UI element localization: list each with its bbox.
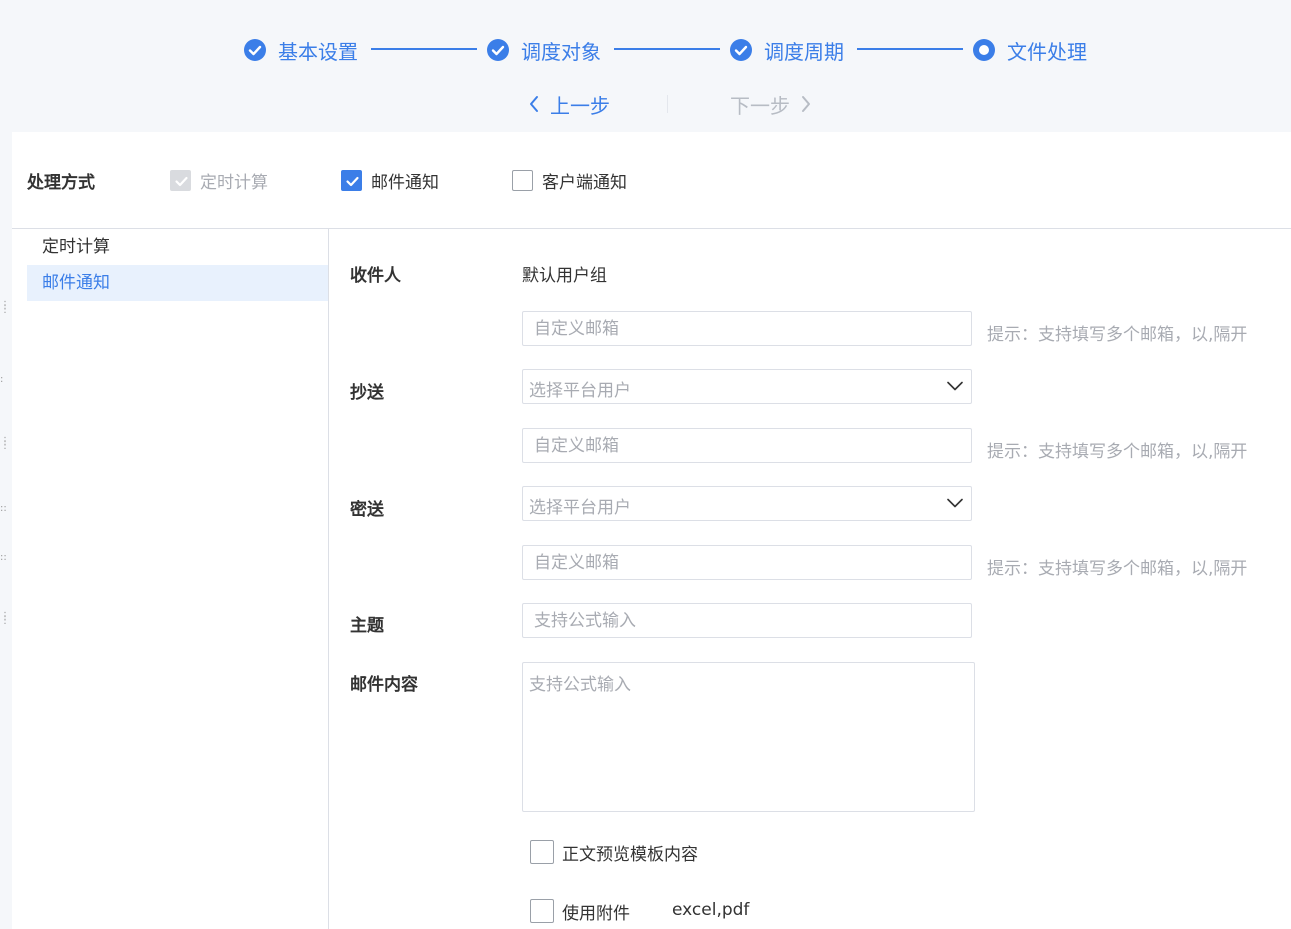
bcc-label: 密送 xyxy=(350,500,384,520)
preview-template-option[interactable]: 正文预览模板内容 xyxy=(530,840,698,865)
step-connector xyxy=(857,48,963,50)
use-attachment-label: 使用附件 xyxy=(562,903,630,924)
processing-method-label: 处理方式 xyxy=(27,173,95,193)
step-connector xyxy=(371,48,477,50)
email-content-textarea[interactable] xyxy=(522,662,975,812)
option-label: 邮件通知 xyxy=(371,172,439,193)
option-scheduled-calc: 定时计算 xyxy=(170,168,268,193)
cc-email-hint: 提示：支持填写多个邮箱，以,隔开 xyxy=(987,442,1248,462)
bcc-email-input[interactable] xyxy=(522,545,972,580)
radio-dot-icon xyxy=(973,39,995,61)
step-label: 文件处理 xyxy=(1007,39,1087,64)
select-placeholder: 选择平台用户 xyxy=(529,381,631,401)
step-label: 调度周期 xyxy=(764,39,844,64)
chevron-left-icon xyxy=(530,96,538,112)
bcc-email-hint: 提示：支持填写多个邮箱，以,隔开 xyxy=(987,559,1248,579)
drag-handle-icon[interactable]: :: xyxy=(0,553,8,563)
drag-handle-icon[interactable]: ⋮ ⋮ xyxy=(0,301,10,315)
checkbox-checked-disabled xyxy=(170,169,191,191)
bcc-user-select[interactable]: 选择平台用户 xyxy=(522,486,972,521)
step-connector xyxy=(614,48,720,50)
stepper: 基本设置 调度对象 调度周期 文件处理 上一步 下一步 xyxy=(0,0,1291,132)
chevron-down-icon xyxy=(947,498,963,508)
next-step-label: 下一步 xyxy=(730,93,790,118)
cc-label: 抄送 xyxy=(350,383,384,403)
check-circle-icon xyxy=(487,39,509,61)
use-attachment-option[interactable]: 使用附件 xyxy=(530,899,630,924)
step-schedule-cycle[interactable]: 调度周期 xyxy=(730,36,844,64)
option-label: 定时计算 xyxy=(200,172,268,193)
select-placeholder: 选择平台用户 xyxy=(529,498,631,518)
option-client-notify[interactable]: 客户端通知 xyxy=(512,168,627,193)
drag-handle-icon[interactable]: : xyxy=(0,375,8,385)
drag-handle-icon[interactable]: ⋮ ⋮ xyxy=(0,612,10,626)
nav-divider xyxy=(667,95,668,113)
recipient-email-input[interactable] xyxy=(522,311,972,346)
email-content-label: 邮件内容 xyxy=(350,675,418,695)
sidebar: 定时计算 邮件通知 xyxy=(27,229,329,929)
checkbox-checked[interactable] xyxy=(341,169,362,191)
chevron-right-icon xyxy=(802,96,810,112)
recipient-default-group: 默认用户组 xyxy=(522,266,607,286)
prev-step-label: 上一步 xyxy=(550,93,610,118)
recipient-email-hint: 提示：支持填写多个邮箱，以,隔开 xyxy=(987,325,1248,345)
sidebar-item-email-notify[interactable]: 邮件通知 xyxy=(27,265,328,301)
processing-method-row: 处理方式 定时计算 邮件通知 客户端通知 xyxy=(12,132,1291,229)
next-step-button[interactable]: 下一步 xyxy=(720,90,812,118)
file-processing-panel: 处理方式 定时计算 邮件通知 客户端通知 定时计算 邮件通知 收件人 默认用户组… xyxy=(12,132,1291,929)
chevron-down-icon xyxy=(947,381,963,391)
option-label: 客户端通知 xyxy=(542,172,627,193)
subject-input[interactable] xyxy=(522,603,972,638)
cc-email-input[interactable] xyxy=(522,428,972,463)
drag-handle-icon[interactable]: ⋮ ⋮ xyxy=(0,437,10,451)
check-circle-icon xyxy=(730,39,752,61)
option-email-notify[interactable]: 邮件通知 xyxy=(341,168,439,193)
attachment-types: excel,pdf xyxy=(672,900,750,920)
checkbox[interactable] xyxy=(530,840,554,864)
drag-handle-icon[interactable]: :: xyxy=(0,504,8,514)
cc-user-select[interactable]: 选择平台用户 xyxy=(522,369,972,404)
step-schedule-object[interactable]: 调度对象 xyxy=(487,36,601,64)
prev-step-button[interactable]: 上一步 xyxy=(528,90,620,118)
recipient-label: 收件人 xyxy=(350,266,401,286)
checkbox[interactable] xyxy=(530,899,554,923)
step-basic-settings[interactable]: 基本设置 xyxy=(244,36,358,64)
step-file-processing[interactable]: 文件处理 xyxy=(973,36,1087,64)
sidebar-item-scheduled-calc[interactable]: 定时计算 xyxy=(27,229,328,265)
subject-label: 主题 xyxy=(350,616,384,636)
step-label: 调度对象 xyxy=(521,39,601,64)
check-circle-icon xyxy=(244,39,266,61)
preview-template-label: 正文预览模板内容 xyxy=(562,844,698,865)
step-label: 基本设置 xyxy=(278,39,358,64)
checkbox[interactable] xyxy=(512,169,533,191)
